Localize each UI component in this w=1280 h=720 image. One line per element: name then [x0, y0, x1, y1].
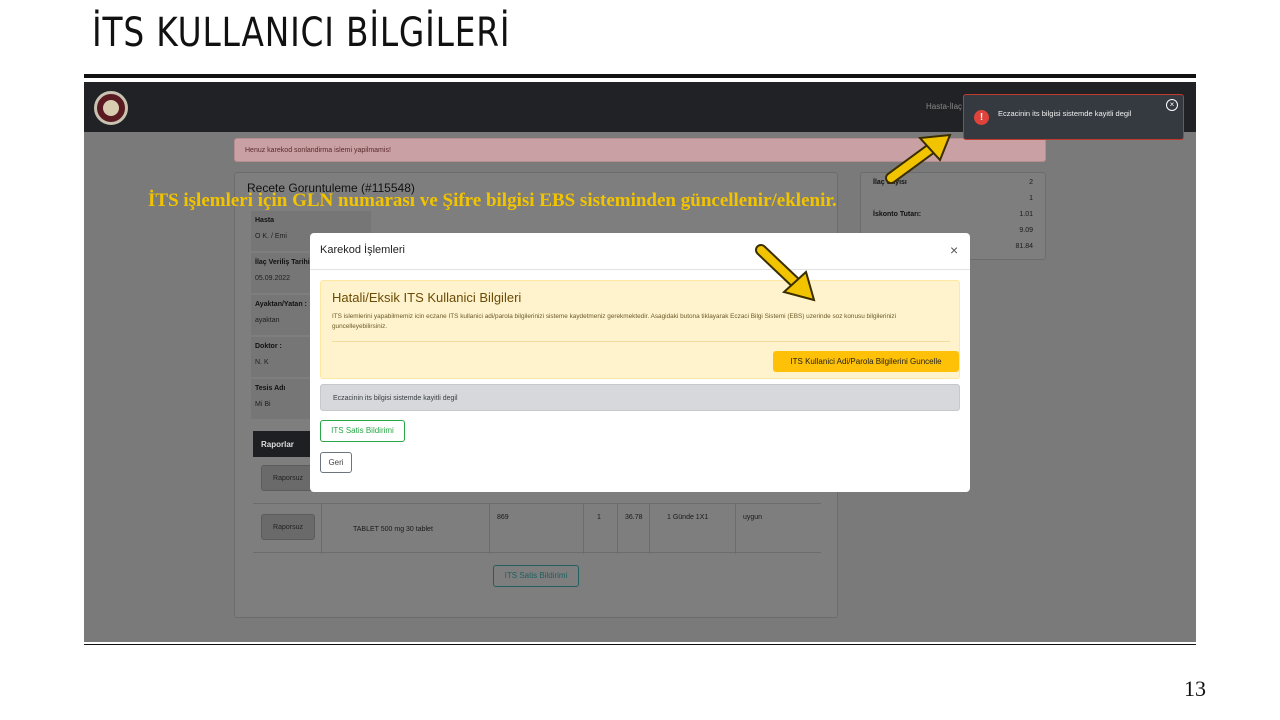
drug-name: TABLET 500 mg 30 tablet — [353, 526, 433, 533]
col-divider — [321, 504, 322, 554]
tesis-value: Mi Bi — [255, 401, 271, 408]
verilis-label: İlaç Veriliş Tarihi — [255, 259, 310, 266]
ilac-sayisi-value: 2 — [1029, 179, 1033, 186]
table-row: Raporsuz TABLET 500 mg 30 tablet 869 1 3… — [253, 503, 821, 554]
verilis-value: 05.09.2022 — [255, 275, 291, 282]
error-toast: ! Eczacinin its bilgisi sistemde kayitli… — [963, 94, 1184, 140]
modal-header: Karekod İşlemleri × — [310, 233, 970, 270]
drug-status: uygun — [743, 514, 763, 521]
toast-message: Eczacinin its bilgisi sistemde kayitli d… — [998, 109, 1132, 118]
karekod-modal: Karekod İşlemleri × Hatali/Eksik ITS Kul… — [310, 233, 970, 492]
drug-dose: 1 Günde 1X1 — [667, 514, 709, 521]
ayaktan-label: Ayaktan/Yatan : — [255, 301, 307, 308]
warning-title: Hatali/Eksik ITS Kullanici Bilgileri — [332, 290, 522, 305]
warning-divider — [332, 341, 950, 342]
raporsuz-button[interactable]: Raporsuz — [261, 465, 315, 491]
drug-code: 869 — [497, 514, 509, 521]
col-divider — [583, 504, 584, 554]
col-divider — [735, 504, 736, 554]
summary-row5-value: 81.84 — [1015, 243, 1033, 250]
back-button[interactable]: Geri — [320, 452, 352, 473]
warning-text: ITS islemlerini yapabilmemiz icin eczane… — [332, 313, 897, 330]
doktor-value: N. K — [255, 359, 269, 366]
ilac-sayisi-label: İlaç Sayısı — [873, 179, 907, 186]
its-satis-bottom-button[interactable]: ITS Satis Bildirimi — [493, 565, 579, 587]
footer-rule — [84, 644, 1196, 645]
logo-icon[interactable] — [94, 91, 128, 125]
summary-row4-value: 9.09 — [1019, 227, 1033, 234]
close-icon[interactable]: × — [950, 242, 958, 258]
close-icon[interactable]: × — [1166, 99, 1178, 111]
tesis-label: Tesis Adı — [255, 385, 286, 392]
drug-qty: 1 — [597, 514, 601, 521]
summary-row2-value: 1 — [1029, 195, 1033, 202]
its-warning-box: Hatali/Eksik ITS Kullanici Bilgileri ITS… — [320, 280, 960, 379]
title-underline — [84, 74, 1196, 78]
page-number: 13 — [1184, 676, 1206, 701]
karekod-alert: Henuz karekod sonlandirma islemi yapilma… — [234, 138, 1046, 162]
drug-price: 36.78 — [625, 514, 643, 521]
modal-title: Karekod İşlemleri — [320, 244, 405, 256]
patient-label: Hasta — [255, 217, 275, 224]
iskonto-label: İskonto Tutarı: — [873, 211, 922, 218]
iskonto-value: 1.01 — [1019, 211, 1033, 218]
col-divider — [649, 504, 650, 554]
doktor-label: Doktor : — [255, 343, 282, 350]
patient-value: O K. / Emi — [255, 233, 287, 240]
its-satis-button[interactable]: ITS Satis Bildirimi — [320, 420, 405, 442]
update-its-credentials-button[interactable]: ITS Kullanici Adi/Parola Bilgilerini Gun… — [773, 351, 959, 372]
raporsuz-button[interactable]: Raporsuz — [261, 514, 315, 540]
ayaktan-value: ayaktan — [255, 317, 280, 324]
error-icon: ! — [974, 110, 989, 125]
col-divider — [489, 504, 490, 554]
info-message: Eczacinin its bilgisi sistemde kayitli d… — [320, 384, 960, 411]
slide-caption: İTS işlemleri için GLN numarası ve Şifre… — [148, 190, 837, 211]
slide-title: İTS KULLANICI BİLGİLERİ — [92, 10, 511, 56]
col-divider — [617, 504, 618, 554]
